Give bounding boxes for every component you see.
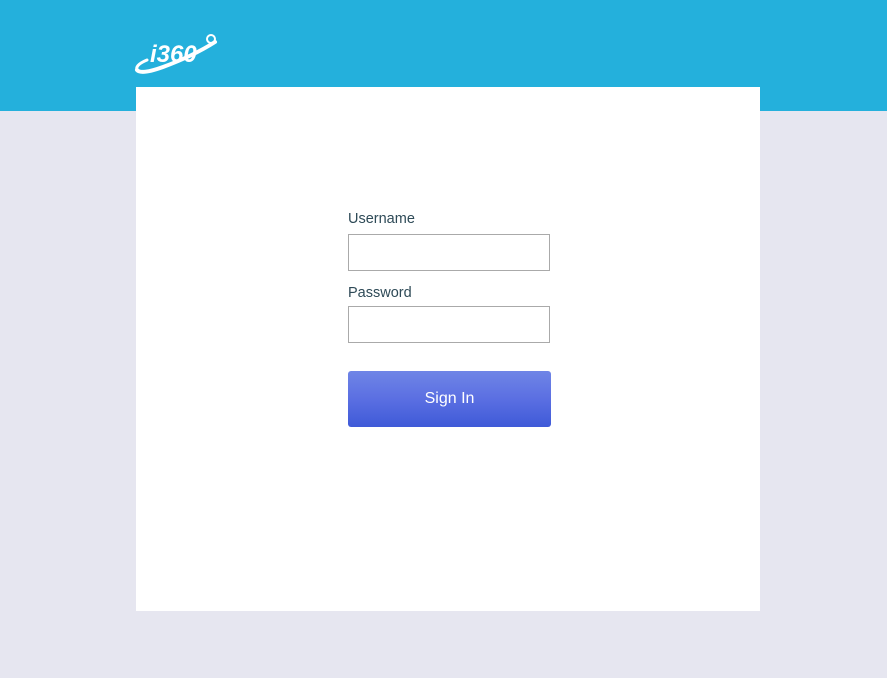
password-input[interactable] (348, 306, 550, 343)
username-label: Username (348, 211, 415, 227)
i360-logo: i360 (135, 34, 217, 74)
login-card: Username Password Sign In (136, 87, 760, 611)
logo-text: i360 (150, 41, 197, 68)
password-label: Password (348, 285, 412, 301)
username-input[interactable] (348, 234, 550, 271)
login-form: Username Password Sign In (348, 211, 551, 427)
sign-in-button[interactable]: Sign In (348, 371, 551, 427)
